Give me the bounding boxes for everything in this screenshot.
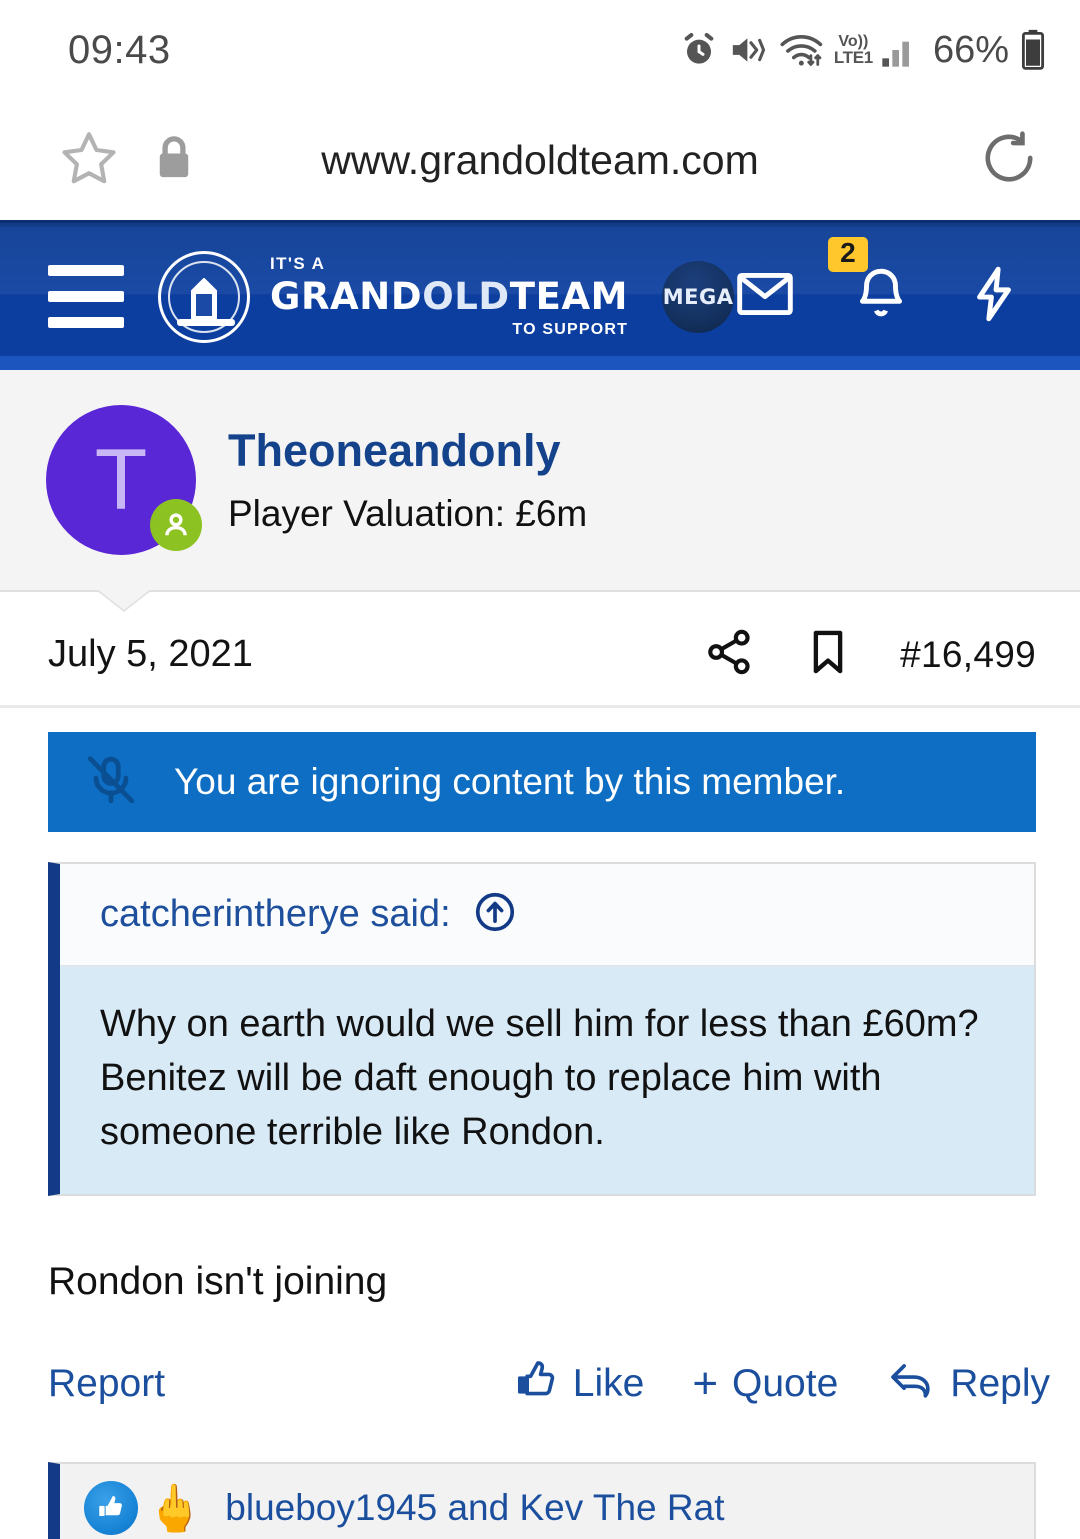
battery-icon [1020, 29, 1046, 71]
author-name[interactable]: Theoneandonly [228, 425, 587, 477]
status-bar-clock: 09:43 [68, 27, 171, 72]
post-number[interactable]: #16,499 [900, 634, 1036, 676]
hamburger-menu-icon[interactable] [48, 265, 124, 328]
signal-bars-icon [880, 30, 918, 70]
site-wordmark[interactable]: IT'S A GRANDOLDTEAM TO SUPPORT [270, 255, 628, 338]
quote-header: catcherintherye said: [60, 864, 1034, 966]
mail-icon[interactable] [734, 263, 796, 330]
notification-count-badge[interactable]: 2 [828, 237, 868, 272]
post-date[interactable]: July 5, 2021 [48, 633, 253, 676]
reaction-names[interactable]: blueboy1945 and Kev The Rat [225, 1487, 724, 1529]
volte-icon: Vo)) LTE1 [833, 34, 873, 67]
lock-icon [154, 133, 194, 188]
post-container: T Theoneandonly Player Valuation: £6m Ju… [0, 370, 1080, 1539]
online-user-icon [150, 499, 202, 551]
share-icon[interactable] [704, 626, 756, 683]
like-button[interactable]: Like [513, 1356, 645, 1412]
phone-screen: 09:43 Vo)) LTE1 66% www.grandoldteam.com… [0, 0, 1080, 1539]
reply-label: Reply [950, 1361, 1050, 1405]
lightning-bolt-icon[interactable] [966, 263, 1022, 330]
reaction-bar[interactable]: 🖕 blueboy1945 and Kev The Rat [48, 1461, 1036, 1539]
bell-icon[interactable]: 2 [828, 237, 910, 330]
ignore-notice[interactable]: You are ignoring content by this member. [48, 732, 1036, 832]
plus-icon: + [692, 1359, 719, 1409]
muted-microphone-icon [82, 751, 140, 814]
volte-label-bottom: LTE1 [833, 47, 873, 67]
wordmark-main: GRANDOLDTEAM [270, 278, 628, 315]
quote-block: catcherintherye said: Why on earth would… [48, 862, 1036, 1196]
avatar[interactable]: T [46, 405, 202, 555]
status-bar-icons: Vo)) LTE1 66% [679, 29, 1046, 72]
mega-badge[interactable]: MEGA [662, 260, 735, 333]
like-label: Like [572, 1361, 645, 1405]
thumbs-up-filled-icon [84, 1480, 138, 1535]
thumbs-up-outline-icon [513, 1356, 559, 1412]
wordmark-old: OLD [422, 275, 510, 318]
alarm-clock-icon [679, 30, 719, 70]
report-button[interactable]: Report [48, 1362, 165, 1406]
status-bar: 09:43 Vo)) LTE1 66% [0, 0, 1080, 100]
wordmark-sub: TO SUPPORT [512, 321, 629, 338]
wordmark-grand: GRAND [270, 275, 423, 318]
reply-button[interactable]: Reply [886, 1356, 1050, 1412]
author-card: T Theoneandonly Player Valuation: £6m [0, 370, 1080, 592]
mute-vibrate-icon [728, 30, 770, 70]
quote-button[interactable]: + Quote [692, 1362, 838, 1406]
reply-arrow-icon [886, 1356, 936, 1412]
middle-finger-emoji: 🖕 [146, 1481, 204, 1534]
post-message: Rondon isn't joining [48, 1259, 388, 1303]
quote-text: Why on earth would we sell him for less … [100, 1003, 979, 1153]
quote-author[interactable]: catcherintherye said: [100, 893, 451, 936]
star-icon[interactable] [58, 127, 120, 194]
bookmark-icon[interactable] [806, 626, 850, 683]
quote-label: Quote [732, 1361, 839, 1405]
arrow-up-circle-icon[interactable] [473, 890, 517, 939]
wordmark-prefix: IT'S A [270, 254, 326, 273]
wordmark-team: TEAM [509, 275, 629, 318]
header-icon-group: 2 [734, 237, 1080, 330]
reload-icon[interactable] [978, 130, 1040, 193]
battery-percent-label: 66% [932, 28, 1009, 71]
author-title: Player Valuation: £6m [228, 492, 588, 534]
site-header: IT'S A GRANDOLDTEAM TO SUPPORT MEGA 2 [0, 220, 1080, 370]
post-actions: Report Like + Quote Reply [0, 1304, 1080, 1412]
wifi-icon [779, 30, 825, 70]
post-meta-row: July 5, 2021 #16,499 [0, 592, 1080, 708]
browser-toolbar: www.grandoldteam.com [0, 100, 1080, 220]
site-logo-crest[interactable] [158, 250, 250, 343]
ignore-notice-text: You are ignoring content by this member. [174, 761, 846, 802]
